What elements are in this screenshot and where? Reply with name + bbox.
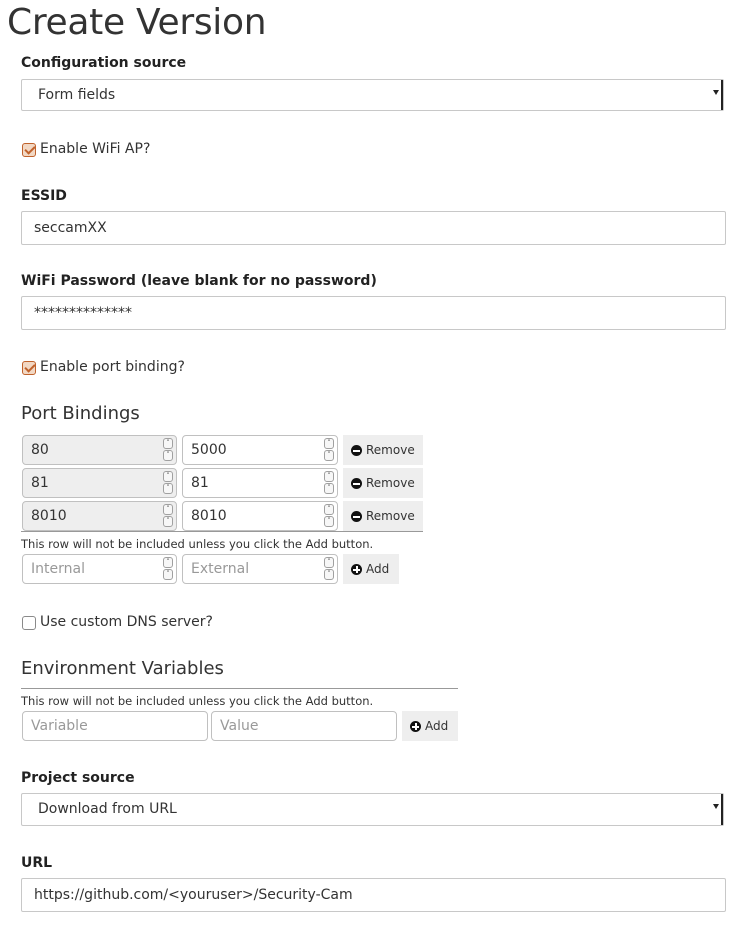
minus-circle-icon [351,510,362,522]
port-external-field[interactable]: 5000 ˄ ˅ [182,435,338,465]
stepper-icon[interactable]: ˄ ˅ [163,438,173,462]
divider [21,688,458,689]
custom-dns-label[interactable]: Use custom DNS server? [40,614,213,630]
custom-dns-checkbox[interactable] [22,616,36,630]
stepper-icon[interactable]: ˄ ˅ [324,438,334,462]
plus-circle-icon [351,563,362,575]
port-external-field[interactable]: 8010 ˄ ˅ [182,501,338,531]
remove-button[interactable]: Remove [343,435,423,465]
remove-button[interactable]: Remove [343,468,423,498]
port-internal-field[interactable]: 8010 ˄ ˅ [22,501,177,531]
stepper-icon[interactable]: ˄ ˅ [163,504,173,528]
env-vars-heading: Environment Variables [21,658,224,679]
port-external-field[interactable]: 81 ˄ ˅ [182,468,338,498]
new-external-input[interactable]: External ˄ ˅ [182,554,338,584]
remove-label: Remove [366,443,415,457]
wifi-ap-checkbox[interactable] [22,143,36,157]
minus-circle-icon [351,444,362,456]
wifi-ap-row: Enable WiFi AP? [22,141,150,157]
add-port-button[interactable]: Add [343,554,399,584]
url-label: URL [21,855,53,871]
port-external-value: 81 [191,475,209,491]
remove-button[interactable]: Remove [343,501,423,531]
divider [21,531,423,532]
config-source-select[interactable]: Form fields [21,79,724,111]
port-internal-field[interactable]: 81 ˄ ˅ [22,468,177,498]
project-source-value: Download from URL [38,801,177,817]
port-internal-value: 80 [31,442,49,458]
remove-label: Remove [366,476,415,490]
page-title: Create Version [7,2,267,43]
add-label: Add [425,719,449,733]
port-bindings-heading: Port Bindings [21,403,140,424]
internal-placeholder: Internal [31,561,85,577]
essid-input[interactable]: seccamXX [21,211,726,245]
stepper-icon[interactable]: ˄ ˅ [324,504,334,528]
wifi-password-label: WiFi Password (leave blank for no passwo… [21,273,377,289]
stepper-icon[interactable]: ˄ ˅ [163,471,173,495]
essid-label: ESSID [21,188,67,204]
add-label: Add [366,562,390,576]
stepper-icon[interactable]: ˄ ˅ [324,557,334,581]
port-external-value: 5000 [191,442,227,458]
plus-circle-icon [410,720,421,732]
url-input[interactable]: https://github.com/<youruser>/Security-C… [21,878,726,912]
port-binding-checkbox[interactable] [22,361,36,375]
port-add-note: This row will not be included unless you… [21,537,374,551]
select-edge [721,80,723,110]
config-source-value: Form fields [38,87,116,103]
chevron-down-icon [713,804,719,809]
new-internal-input[interactable]: Internal ˄ ˅ [22,554,177,584]
project-source-label: Project source [21,770,135,786]
external-placeholder: External [191,561,250,577]
stepper-icon[interactable]: ˄ ˅ [163,557,173,581]
minus-circle-icon [351,477,362,489]
env-variable-input[interactable]: Variable [22,711,208,741]
port-internal-value: 81 [31,475,49,491]
remove-label: Remove [366,509,415,523]
port-binding-label[interactable]: Enable port binding? [40,359,185,375]
project-source-select[interactable]: Download from URL [21,793,724,826]
wifi-password-input[interactable]: ************** [21,296,726,330]
select-edge [721,794,723,825]
port-external-value: 8010 [191,508,227,524]
wifi-ap-label[interactable]: Enable WiFi AP? [40,141,150,157]
stepper-icon[interactable]: ˄ ˅ [324,471,334,495]
custom-dns-row: Use custom DNS server? [22,614,213,630]
config-source-label: Configuration source [21,55,187,71]
env-value-input[interactable]: Value [211,711,397,741]
chevron-down-icon [713,90,719,95]
port-internal-value: 8010 [31,508,67,524]
add-env-button[interactable]: Add [402,711,458,741]
env-add-note: This row will not be included unless you… [21,694,374,708]
port-internal-field[interactable]: 80 ˄ ˅ [22,435,177,465]
port-binding-row: Enable port binding? [22,359,185,375]
